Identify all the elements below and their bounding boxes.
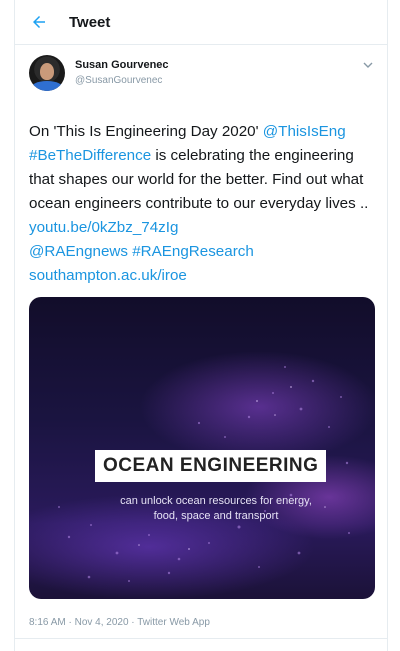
tweet-text-part: On 'This Is Engineering Day 2020'	[29, 123, 263, 140]
tweet-timestamp: 8:16 AM · Nov 4, 2020 · Twitter Web App	[29, 617, 210, 628]
link-youtube[interactable]: youtu.be/0kZbz_74zIg	[29, 219, 178, 236]
hashtag-raengresearch[interactable]: #RAEngResearch	[132, 243, 254, 260]
page-title: Tweet	[69, 13, 111, 31]
tweet-date[interactable]: Nov 4, 2020	[75, 617, 129, 628]
meta-separator: ·	[65, 617, 75, 628]
particle-background	[58, 366, 350, 582]
media-subtitle-line: food, space and transport	[153, 510, 279, 522]
mention-thisiseng[interactable]: @ThisIsEng	[263, 123, 346, 140]
page-header: Tweet	[15, 0, 387, 45]
tweet-media-image[interactable]: OCEAN ENGINEERING can unlock ocean resou…	[29, 297, 375, 599]
avatar-face	[40, 63, 54, 80]
meta-separator: ·	[128, 617, 138, 628]
media-title: OCEAN ENGINEERING	[95, 450, 327, 482]
tweet-text: On 'This Is Engineering Day 2020' @ThisI…	[29, 120, 381, 288]
avatar[interactable]	[29, 55, 65, 91]
tweet-frame: Tweet Susan Gourvenec @SusanGourvenec On…	[14, 0, 388, 651]
mention-raengnews[interactable]: @RAEngnews	[29, 243, 128, 260]
avatar-shirt	[31, 81, 63, 91]
tweet-source[interactable]: Twitter Web App	[137, 617, 210, 628]
media-subtitle: can unlock ocean resources for energy, f…	[29, 494, 375, 524]
chevron-down-icon[interactable]	[361, 61, 375, 73]
back-arrow-icon[interactable]	[27, 10, 51, 34]
author-names: Susan Gourvenec @SusanGourvenec	[75, 59, 169, 86]
link-southampton[interactable]: southampton.ac.uk/iroe	[29, 267, 187, 284]
divider	[15, 638, 387, 639]
media-subtitle-line: can unlock ocean resources for energy,	[120, 495, 312, 507]
tweet-time[interactable]: 8:16 AM	[29, 617, 66, 628]
tweet-author: Susan Gourvenec @SusanGourvenec	[29, 55, 375, 105]
hashtag-bethedifference[interactable]: #BeTheDifference	[29, 147, 151, 164]
author-handle[interactable]: @SusanGourvenec	[75, 75, 169, 86]
author-display-name[interactable]: Susan Gourvenec	[75, 59, 169, 71]
